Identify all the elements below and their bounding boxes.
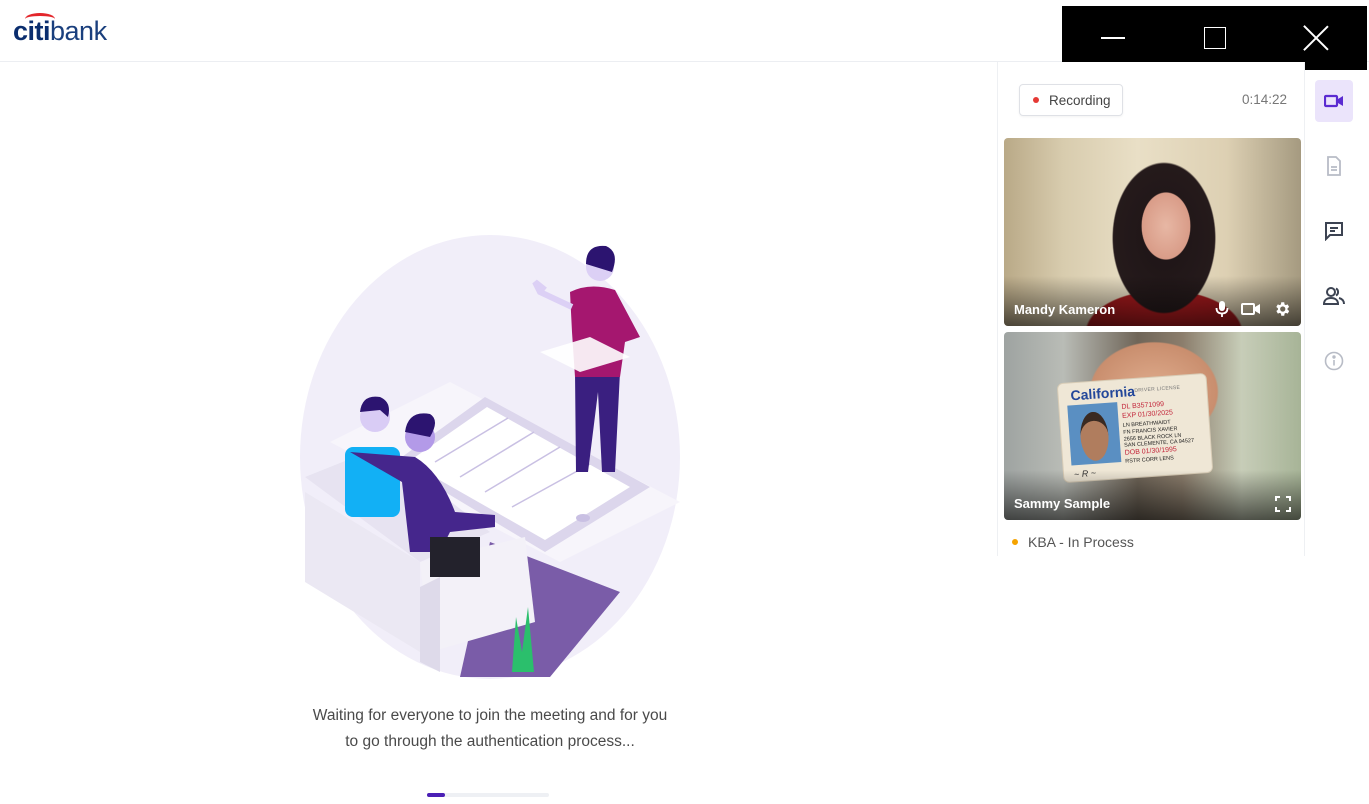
participant-name: Sammy Sample xyxy=(1014,496,1111,511)
maximize-button[interactable] xyxy=(1164,6,1266,70)
minimize-button[interactable] xyxy=(1062,6,1164,70)
info-icon xyxy=(1324,351,1344,371)
tablet-button xyxy=(576,514,590,522)
video-camera-icon xyxy=(1324,94,1343,108)
rail-documents-button[interactable] xyxy=(1315,145,1353,187)
fullscreen-icon[interactable] xyxy=(1275,496,1291,512)
settings-icon[interactable] xyxy=(1273,300,1291,318)
drivers-license: California DRIVER LICENSE DL B3571099 EX… xyxy=(1056,372,1214,484)
status-dot-icon xyxy=(1012,539,1018,545)
participant-video-sammy[interactable]: California DRIVER LICENSE DL B3571099 EX… xyxy=(1004,332,1301,520)
maximize-icon xyxy=(1203,27,1226,49)
camera-icon[interactable] xyxy=(1241,302,1261,316)
citibank-logo: citibank xyxy=(13,13,107,47)
close-icon xyxy=(1303,25,1329,51)
microphone-icon[interactable] xyxy=(1215,300,1229,318)
window-controls xyxy=(1062,6,1367,70)
participant-video-mandy[interactable]: Mandy Kameron xyxy=(1004,138,1301,326)
close-button[interactable] xyxy=(1265,6,1367,70)
meeting-panel: Recording 0:14:22 Mandy Kameron Californ… xyxy=(997,62,1305,556)
rail-info-button[interactable] xyxy=(1315,340,1353,382)
side-rail xyxy=(1308,62,1369,402)
participant-name: Mandy Kameron xyxy=(1014,302,1116,317)
meeting-timer: 0:14:22 xyxy=(1241,92,1287,107)
license-photo xyxy=(1067,402,1122,466)
waiting-message: Waiting for everyone to join the meeting… xyxy=(312,707,668,750)
rail-participants-button[interactable] xyxy=(1315,275,1353,317)
recording-dot-icon xyxy=(1033,97,1039,103)
logo-arc xyxy=(25,13,55,25)
document-icon xyxy=(1327,156,1341,176)
loading-progress-bar xyxy=(427,793,549,797)
people-icon xyxy=(1323,287,1345,305)
rail-chat-button[interactable] xyxy=(1315,210,1353,252)
rail-video-button[interactable] xyxy=(1315,80,1353,122)
minimize-icon xyxy=(1100,37,1125,39)
progress-fill xyxy=(427,793,446,797)
kba-status: KBA - In Process xyxy=(1012,534,1134,550)
recording-button[interactable]: Recording xyxy=(1019,84,1123,116)
waiting-illustration xyxy=(300,235,680,679)
chat-icon xyxy=(1325,222,1343,241)
